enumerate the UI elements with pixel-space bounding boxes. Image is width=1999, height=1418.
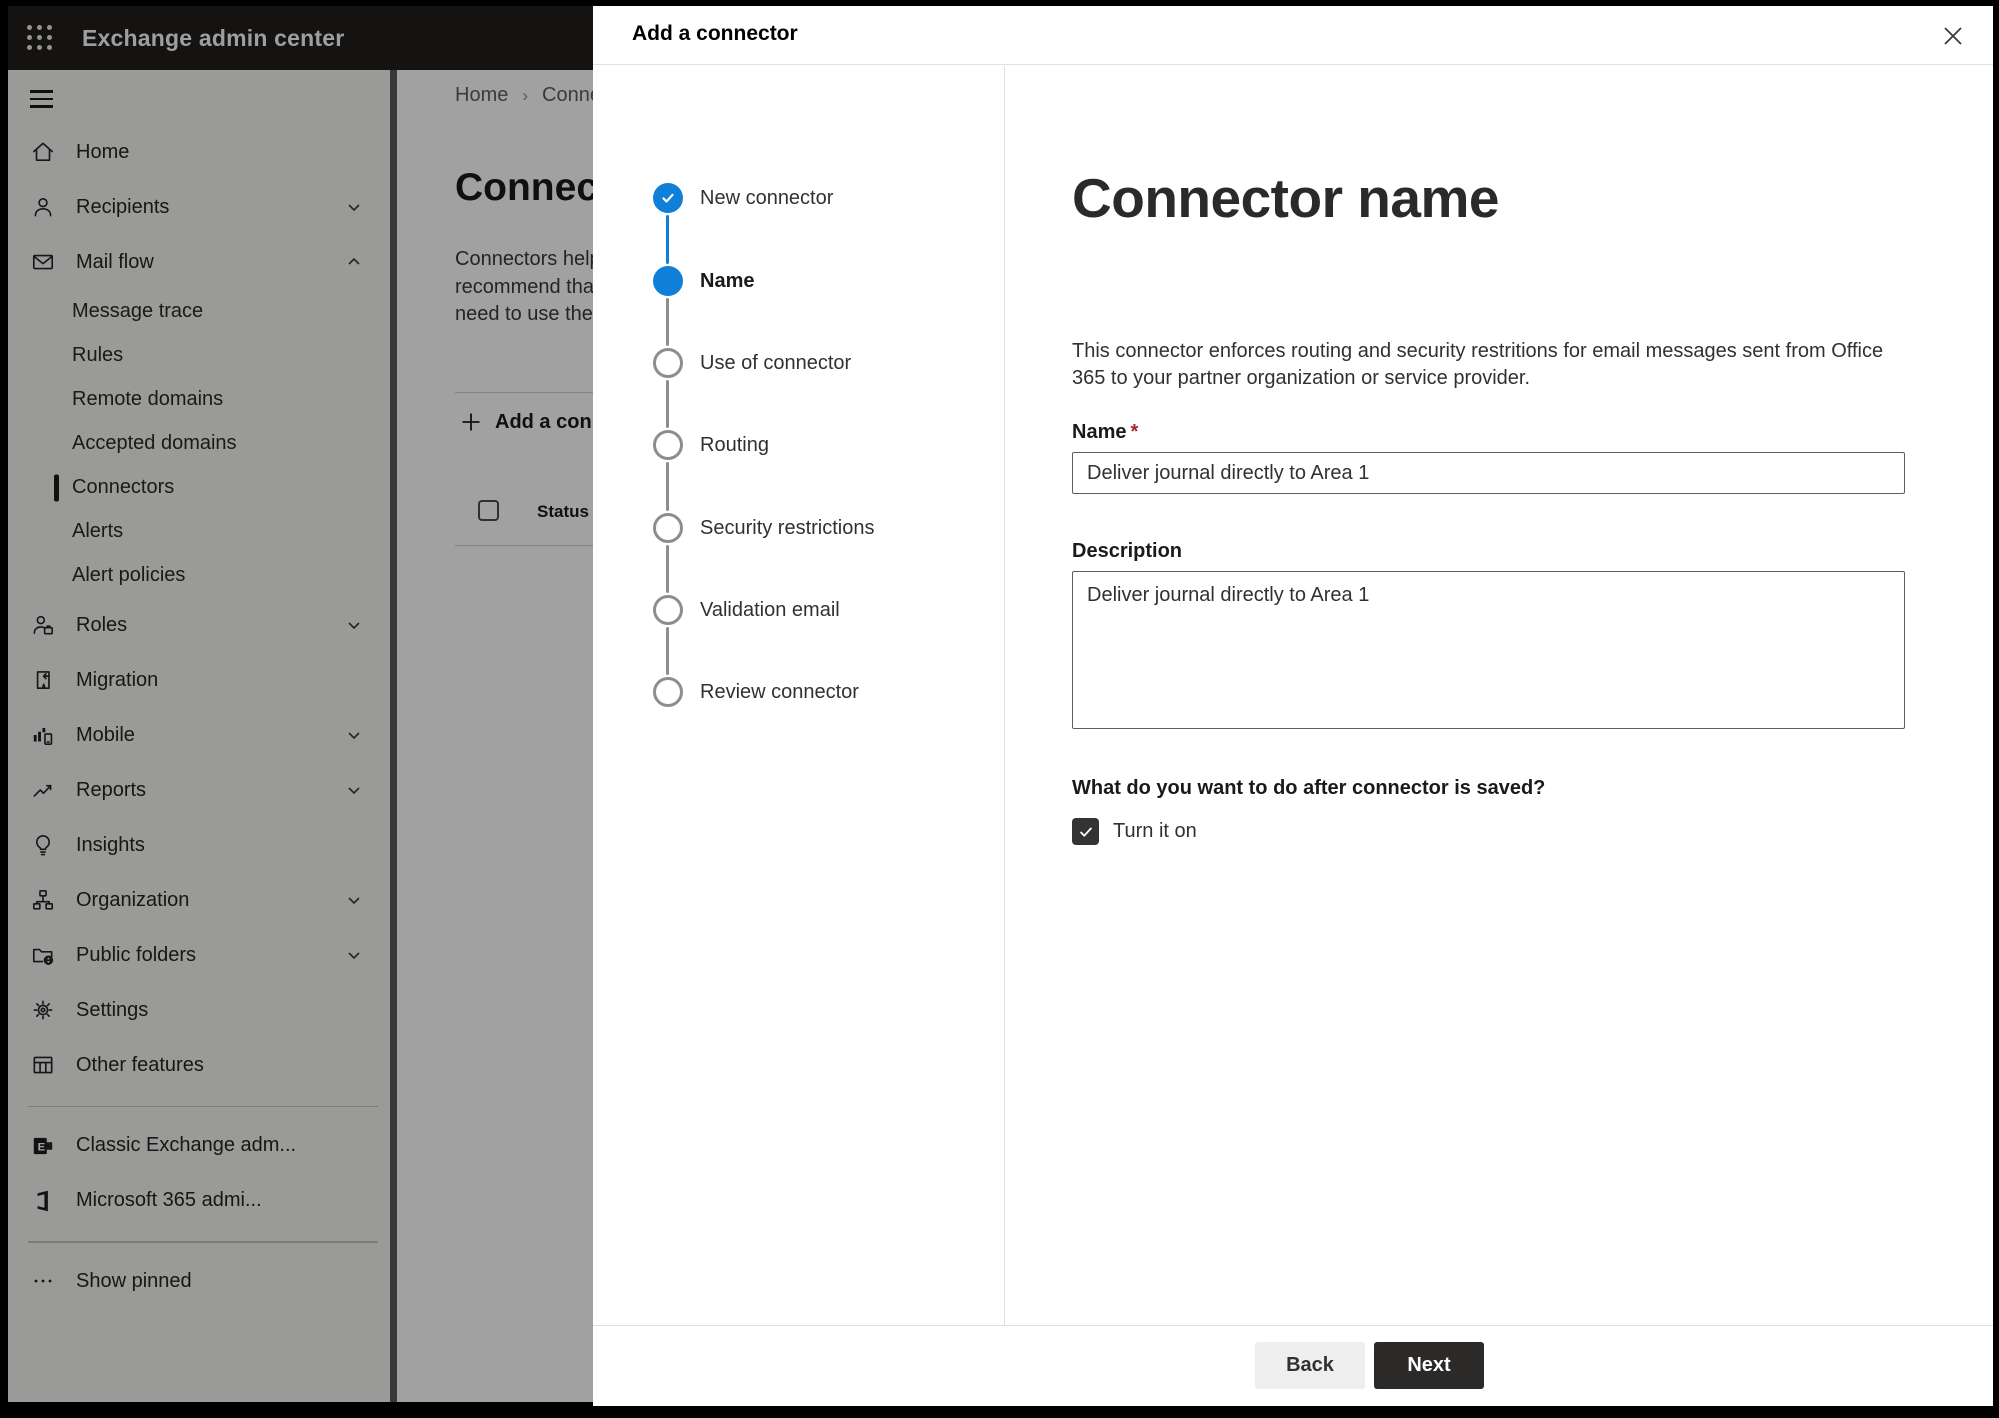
- step-validation-email[interactable]: Validation email: [653, 595, 840, 625]
- dialog-title: Add a connector: [632, 22, 798, 45]
- step-connector-line: [666, 545, 669, 593]
- close-button[interactable]: [1935, 18, 1971, 54]
- next-button[interactable]: Next: [1374, 1342, 1484, 1389]
- step-current-dot: [653, 266, 683, 296]
- step-dot: [653, 430, 683, 460]
- step-connector-line: [666, 215, 669, 264]
- turn-it-on-label: Turn it on: [1113, 820, 1197, 842]
- step-dot: [653, 677, 683, 707]
- wizard-steps: New connector Name Use of connector Rout…: [593, 66, 1005, 1325]
- name-label: Name *: [1072, 421, 1139, 443]
- step-connector-line: [666, 462, 669, 511]
- step-review-connector[interactable]: Review connector: [653, 677, 859, 707]
- step-routing[interactable]: Routing: [653, 430, 769, 460]
- name-input[interactable]: [1072, 452, 1905, 494]
- step-heading: Connector name: [1072, 167, 1499, 229]
- step-dot: [653, 513, 683, 543]
- step-connector-line: [666, 627, 669, 675]
- description-textarea[interactable]: [1072, 571, 1905, 729]
- step-complete-check-icon: [653, 183, 683, 213]
- step-new-connector[interactable]: New connector: [653, 183, 833, 213]
- close-icon: [1944, 27, 1962, 45]
- step-connector-line: [666, 380, 669, 428]
- step-dot: [653, 595, 683, 625]
- step-dot: [653, 348, 683, 378]
- step-name[interactable]: Name: [653, 266, 754, 296]
- add-connector-dialog: Add a connector New connector Name Use o…: [593, 6, 1993, 1406]
- step-use-of-connector[interactable]: Use of connector: [653, 348, 851, 378]
- after-save-question: What do you want to do after connector i…: [1072, 777, 1546, 799]
- required-asterisk: *: [1130, 421, 1139, 443]
- step-description: This connector enforces routing and secu…: [1072, 340, 1884, 389]
- turn-it-on-checkbox-row[interactable]: Turn it on: [1072, 818, 1905, 845]
- description-label: Description: [1072, 540, 1183, 562]
- back-button[interactable]: Back: [1255, 1342, 1365, 1389]
- step-security-restrictions[interactable]: Security restrictions: [653, 513, 875, 543]
- step-connector-line: [666, 298, 669, 346]
- dialog-header: Add a connector: [593, 6, 1993, 65]
- dialog-footer: Back Next: [593, 1325, 1993, 1406]
- dialog-content: Connector name This connector enforces r…: [1005, 66, 1993, 1325]
- checked-checkbox-icon[interactable]: [1072, 818, 1099, 845]
